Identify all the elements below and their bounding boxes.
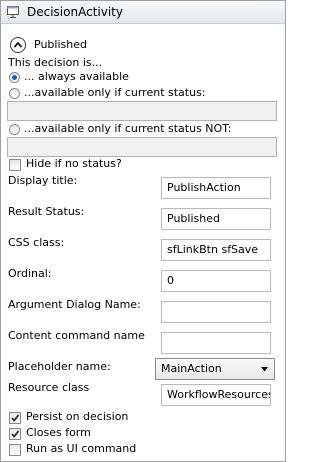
- radio-selected-dot: [12, 75, 17, 80]
- availability-heading: This decision is...: [8, 56, 103, 69]
- radio-always-available-label: ... always available: [24, 70, 129, 83]
- argument-dialog-name-input[interactable]: [161, 301, 271, 323]
- checkmark-icon: [11, 414, 20, 422]
- content-command-name-input[interactable]: [161, 332, 271, 354]
- result-status-input[interactable]: Published: [161, 208, 271, 230]
- section-title: Published: [34, 38, 87, 51]
- radio-only-if-status-not-label: ...available only if current status NOT:: [24, 122, 232, 135]
- dropdown-arrow-icon: [261, 367, 268, 372]
- closes-form-checkbox[interactable]: [9, 428, 21, 440]
- display-title-input[interactable]: PublishAction: [161, 177, 271, 199]
- placeholder-name-value: MainAction: [161, 362, 222, 375]
- content-command-name-label: Content command name: [8, 329, 145, 342]
- collapse-button[interactable]: [10, 37, 26, 53]
- ordinal-input[interactable]: 0: [161, 270, 271, 292]
- display-title-label: Display title:: [8, 174, 78, 187]
- closes-form-label: Closes form: [26, 426, 91, 439]
- chevron-up-icon: [13, 41, 23, 48]
- run-as-ui-command-label: Run as UI command: [26, 442, 137, 455]
- radio-only-if-status[interactable]: [9, 88, 20, 99]
- radio-always-available[interactable]: [9, 72, 20, 83]
- result-status-label: Result Status:: [8, 205, 85, 218]
- decision-activity-panel: DecisionActivity Published This decision…: [0, 0, 286, 462]
- hide-if-no-status-label: Hide if no status?: [26, 157, 122, 170]
- window-title: DecisionActivity: [27, 5, 123, 19]
- argument-dialog-name-label: Argument Dialog Name:: [8, 298, 141, 311]
- resource-class-input[interactable]: WorkflowResources: [161, 384, 271, 406]
- placeholder-name-select[interactable]: MainAction: [155, 358, 275, 380]
- hide-if-no-status-checkbox[interactable]: [9, 159, 21, 171]
- css-class-input[interactable]: sfLinkBtn sfSave: [161, 239, 271, 261]
- radio-only-if-status-not[interactable]: [9, 124, 20, 135]
- persist-on-decision-checkbox[interactable]: [9, 412, 21, 424]
- css-class-label: CSS class:: [8, 236, 65, 249]
- status-list-exclude[interactable]: [7, 137, 277, 157]
- radio-only-if-status-label: ...available only if current status:: [24, 86, 206, 99]
- placeholder-name-label: Placeholder name:: [8, 360, 111, 373]
- ordinal-label: Ordinal:: [8, 267, 52, 280]
- status-list-include[interactable]: [7, 101, 277, 121]
- persist-on-decision-label: Persist on decision: [26, 410, 129, 423]
- run-as-ui-command-checkbox[interactable]: [9, 444, 21, 456]
- window-icon: [6, 5, 20, 19]
- window-titlebar: DecisionActivity: [1, 1, 285, 24]
- resource-class-label: Resource class: [8, 381, 90, 394]
- checkmark-icon: [11, 430, 20, 438]
